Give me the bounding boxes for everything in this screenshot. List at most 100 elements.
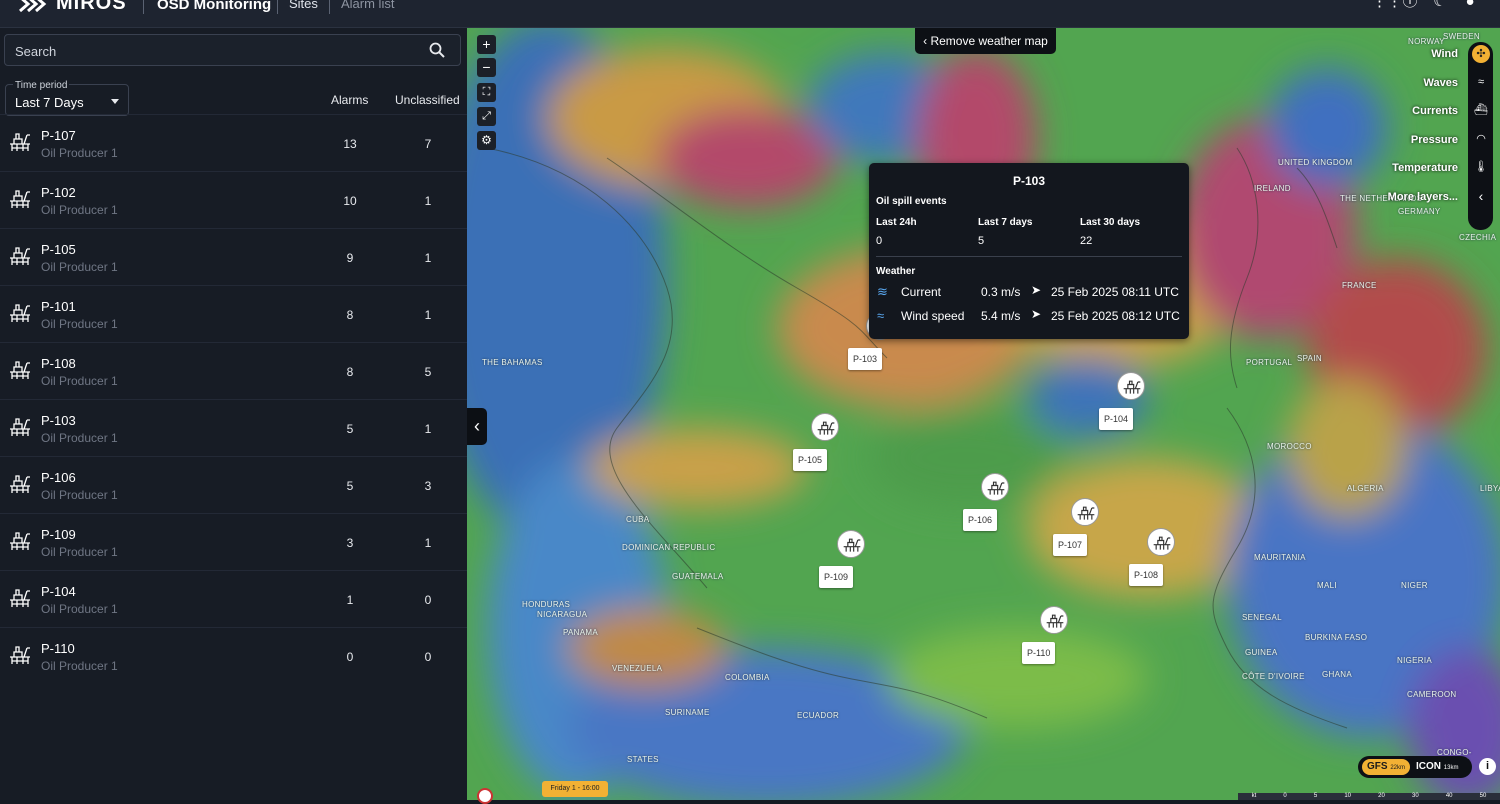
temperature-layer-icon[interactable]: 🌡 [1472,158,1490,176]
wind-speed-label: Wind speed [901,309,965,323]
site-marker-p-109[interactable] [837,530,865,558]
site-type: Oil Producer 1 [41,260,118,274]
site-marker-label[interactable]: P-104 [1099,408,1134,430]
time-period-label: Time period [13,80,70,91]
site-row[interactable]: P-107 Oil Producer 1 13 7 [0,114,467,171]
site-row[interactable]: P-106 Oil Producer 1 5 3 [0,456,467,513]
site-row[interactable]: P-108 Oil Producer 1 8 5 [0,342,467,399]
fit-bounds-icon[interactable]: ⛶ [477,83,496,102]
remove-weather-map-button[interactable]: ‹ Remove weather map [915,28,1056,54]
site-name: P-105 [41,242,76,257]
site-alarms: 5 [346,479,354,493]
site-marker-label[interactable]: P-107 [1053,534,1088,556]
icon-model-button[interactable]: ICON 13km [1416,759,1458,776]
wind-scale-legend: kt 0 5 10 20 30 40 50 [1238,793,1500,800]
zoom-in-button[interactable]: + [477,35,496,54]
site-alarms: 5 [346,422,354,436]
weather-model-switch[interactable]: GFS 22km ICON 13km [1358,756,1472,778]
layer-wind-label[interactable]: Wind [1431,48,1458,60]
site-marker-p-107[interactable] [1071,498,1099,526]
play-button[interactable] [477,788,493,804]
wind-direction-arrow-icon: ➤ [1031,307,1042,321]
site-type: Oil Producer 1 [41,374,118,388]
nav-sites[interactable]: Sites [289,0,318,11]
site-marker-p-110[interactable] [1040,606,1068,634]
place-label: DOMINICAN REPUBLIC [622,543,716,552]
brand-name: MIROS [56,0,127,14]
place-label: VENEZUELA [612,664,663,673]
scale-tick: 0 [1283,793,1287,799]
site-marker-p-106[interactable] [981,473,1009,501]
dark-mode-icon[interactable]: ☾ [1432,0,1448,10]
nav-alarm-list[interactable]: Alarm list [341,0,394,11]
search-placeholder: Search [15,44,57,59]
wind-time: 25 Feb 2025 08:12 UTC [1051,309,1180,323]
more-layers-chevron-icon[interactable]: ‹ [1472,187,1490,205]
more-layers-label[interactable]: More layers... [1388,191,1458,203]
site-name: P-108 [41,356,76,371]
site-marker-p-104[interactable] [1117,372,1145,400]
zoom-out-button[interactable]: − [477,58,496,77]
site-row[interactable]: P-109 Oil Producer 1 3 1 [0,513,467,570]
site-marker-label[interactable]: P-103 [848,348,883,370]
search-icon[interactable] [428,41,446,59]
site-name: P-101 [41,299,76,314]
wind-heatmap [467,28,1500,800]
waves-layer-icon[interactable]: ≈ [1472,73,1490,91]
map-info-icon[interactable]: i [1479,758,1496,775]
account-icon[interactable]: ● [1462,0,1478,10]
weather-map[interactable]: NORWAY SWEDEN UNITED KINGDOM IRELAND THE NET… [467,28,1500,800]
apps-grid-icon[interactable]: ⋮⋮ [1372,0,1402,10]
oil-rig-icon [8,301,32,325]
layer-waves-label[interactable]: Waves [1424,77,1458,89]
site-alarms: 13 [343,137,357,151]
currents-layer-icon[interactable]: ⛴ [1472,101,1490,119]
pressure-layer-icon[interactable]: ◠ [1472,130,1490,148]
period-7d-label: Last 7 days [978,217,1033,228]
unclassified-column-header[interactable]: Unclassified [395,93,460,107]
gfs-model-button[interactable]: GFS 22km [1362,759,1410,775]
layer-pressure-label[interactable]: Pressure [1411,134,1458,146]
site-tooltip: P-103 Oil spill events Last 24h 0 Last 7… [869,163,1189,339]
search-input[interactable]: Search [4,34,461,66]
site-marker-label[interactable]: P-105 [793,449,828,471]
place-label: CÔTE D'IVOIRE [1242,672,1305,681]
layer-currents-label[interactable]: Currents [1412,105,1458,117]
place-label: COLOMBIA [725,673,770,682]
settings-gear-icon[interactable]: ⚙ [477,131,496,150]
site-unclassified: 1 [424,308,432,322]
place-label: SURINAME [665,708,710,717]
site-marker-label[interactable]: P-110 [1022,642,1056,664]
fullscreen-icon[interactable]: ⤢ [477,107,496,126]
site-row[interactable]: P-101 Oil Producer 1 8 1 [0,285,467,342]
place-label: MAURITANIA [1254,553,1306,562]
layer-temperature-label[interactable]: Temperature [1392,162,1458,174]
oil-rig-icon [843,538,861,552]
wind-layer-icon[interactable]: ✣ [1472,45,1490,63]
site-row[interactable]: P-105 Oil Producer 1 9 1 [0,228,467,285]
collapse-sidebar-button[interactable]: ‹ [467,408,487,445]
site-row[interactable]: P-102 Oil Producer 1 10 1 [0,171,467,228]
alarms-column-header[interactable]: Alarms [331,93,368,107]
site-marker-label[interactable]: P-106 [963,509,998,531]
site-row[interactable]: P-110 Oil Producer 1 0 0 [0,627,467,684]
miros-logo[interactable]: MIROS [18,0,127,15]
time-period-select[interactable]: Time period Last 7 Days [5,80,129,116]
site-marker-label[interactable]: P-109 [819,566,854,588]
info-icon[interactable]: ⓘ [1402,0,1418,10]
oil-rig-icon [1077,506,1095,520]
site-marker-p-105[interactable] [811,413,839,441]
site-alarms: 0 [346,650,354,664]
site-marker-label[interactable]: P-108 [1129,564,1164,586]
place-label: GUATEMALA [672,572,724,581]
site-unclassified: 7 [424,137,432,151]
period-24h-label: Last 24h [876,217,917,228]
site-marker-p-108[interactable] [1147,528,1175,556]
site-type: Oil Producer 1 [41,203,118,217]
place-label: CAMEROON [1407,690,1457,699]
oil-rig-icon [8,244,32,268]
place-label: GUINEA [1245,648,1278,657]
timeline-chip[interactable]: Friday 1 - 16:00 [542,781,608,797]
site-row[interactable]: P-103 Oil Producer 1 5 1 [0,399,467,456]
site-row[interactable]: P-104 Oil Producer 1 1 0 [0,570,467,627]
